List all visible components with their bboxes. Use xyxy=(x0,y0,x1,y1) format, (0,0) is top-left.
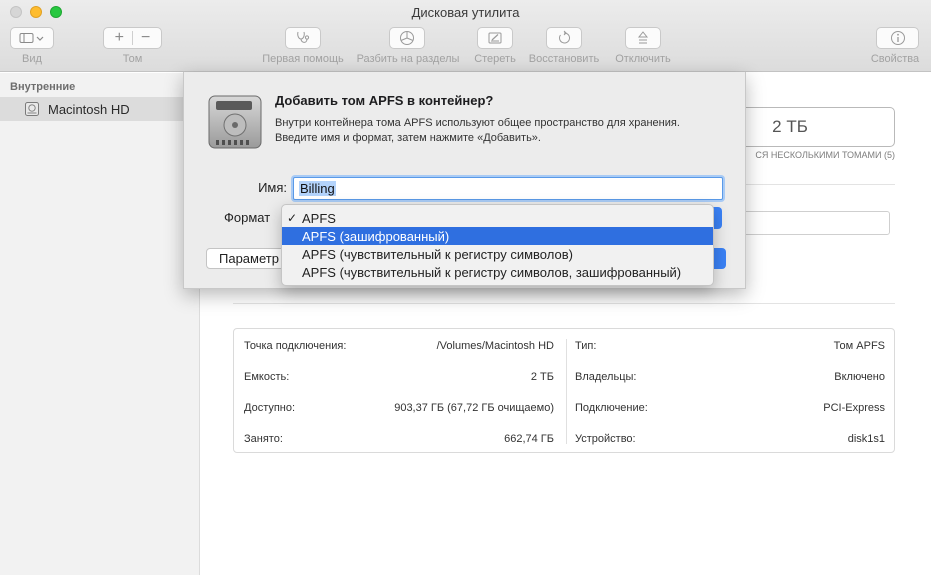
format-label: Формат xyxy=(224,210,271,225)
info-value: Том APFS xyxy=(833,340,885,352)
sheet-description: Внутри контейнера тома APFS используют о… xyxy=(275,117,680,144)
info-value: /Volumes/Macintosh HD xyxy=(436,340,554,352)
unmount-label: Отключить xyxy=(615,53,671,65)
info-value: 903,37 ГБ (67,72 ГБ очищаемо) xyxy=(394,402,554,414)
restore-icon xyxy=(559,30,570,44)
sheet-title: Добавить том APFS в контейнер? xyxy=(275,93,494,108)
info-label: Владельцы: xyxy=(575,371,637,383)
divider xyxy=(233,303,895,304)
options-button[interactable]: Параметр xyxy=(206,248,291,269)
info-row: Емкость: 2 ТБ xyxy=(244,362,554,392)
erase-button[interactable] xyxy=(477,27,513,49)
info-value: Включено xyxy=(834,371,885,383)
add-volume-button[interactable]: + xyxy=(115,29,124,47)
info-value: disk1s1 xyxy=(847,433,885,445)
info-label: Занято: xyxy=(244,433,283,445)
info-row: Устройство: disk1s1 xyxy=(575,424,885,454)
erase-label: Стереть xyxy=(474,53,516,65)
toolbar: Дисковая утилита Вид + − Том Первая помо… xyxy=(0,0,931,72)
volume-name-value: Billing xyxy=(299,181,336,196)
info-label: Емкость: xyxy=(244,371,290,383)
info-row: Тип: Том APFS xyxy=(575,331,885,361)
format-option-label: APFS xyxy=(302,210,336,226)
info-label: Доступно: xyxy=(244,402,296,414)
info-value: PCI-Express xyxy=(823,402,885,414)
remove-volume-button[interactable]: − xyxy=(141,29,150,47)
sidebar: Внутренние Macintosh HD xyxy=(0,73,200,575)
restore-label: Восстановить xyxy=(528,53,600,65)
volume-name-input[interactable]: Billing xyxy=(293,177,723,200)
window-title: Дисковая утилита xyxy=(411,5,520,20)
first-aid-label: Первая помощь xyxy=(262,53,344,65)
segment-divider xyxy=(132,31,133,45)
view-label: Вид xyxy=(22,53,42,65)
view-button[interactable] xyxy=(10,27,54,49)
pie-partition-icon xyxy=(400,31,414,45)
hard-drive-icon xyxy=(208,95,262,149)
checkmark-icon: ✓ xyxy=(286,211,298,225)
info-value: 2 ТБ xyxy=(530,371,554,383)
format-option-label: APFS (чувствительный к регистру символов… xyxy=(302,246,573,262)
info-row: Владельцы: Включено xyxy=(575,362,885,392)
format-option[interactable]: APFS (зашифрованный) xyxy=(282,227,713,245)
stethoscope-icon xyxy=(297,31,310,43)
info-icon xyxy=(890,31,905,45)
info-button[interactable] xyxy=(876,27,919,49)
volume-label: Том xyxy=(122,53,143,65)
format-option-label: APFS (зашифрованный) xyxy=(302,228,450,244)
eject-icon xyxy=(637,31,649,44)
format-option-label: APFS (чувствительный к регистру символов… xyxy=(302,264,682,280)
format-option[interactable]: APFS (чувствительный к регистру символов… xyxy=(282,245,713,263)
format-option[interactable]: APFS (чувствительный к регистру символов… xyxy=(282,263,713,281)
name-label: Имя: xyxy=(258,180,287,195)
partition-button[interactable] xyxy=(389,27,425,49)
info-label: Точка подключения: xyxy=(244,340,347,352)
sidebar-view-icon xyxy=(19,33,44,43)
internal-disk-icon xyxy=(25,102,39,116)
format-dropdown-menu: ✓ APFS APFS (зашифрованный) APFS (чувств… xyxy=(281,204,714,286)
format-option[interactable]: ✓ APFS xyxy=(282,209,713,227)
first-aid-button[interactable] xyxy=(285,27,321,49)
info-label: Тип: xyxy=(575,340,597,352)
info-value: 662,74 ГБ xyxy=(504,433,554,445)
unmount-button[interactable] xyxy=(625,27,661,49)
erase-icon xyxy=(488,32,502,44)
info-row: Доступно: 903,37 ГБ (67,72 ГБ очищаемо) xyxy=(244,393,554,423)
info-row: Точка подключения: /Volumes/Macintosh HD xyxy=(244,331,554,361)
volume-info-table: Точка подключения: /Volumes/Macintosh HD… xyxy=(233,328,895,453)
info-row: Подключение: PCI-Express xyxy=(575,393,885,423)
usage-bar xyxy=(722,211,890,235)
volume-segmented-control: + − xyxy=(103,27,162,49)
sidebar-item-label: Macintosh HD xyxy=(48,101,130,117)
sidebar-section-internal: Внутренние xyxy=(10,81,76,93)
info-column-divider xyxy=(566,339,567,444)
partition-label: Разбить на разделы xyxy=(356,53,460,65)
info-label: Свойства xyxy=(870,53,920,65)
info-column-left: Точка подключения: /Volumes/Macintosh HD… xyxy=(244,329,554,454)
info-column-right: Тип: Том APFS Владельцы: Включено Подклю… xyxy=(575,329,885,454)
info-row: Занято: 662,74 ГБ xyxy=(244,424,554,454)
sidebar-item-macintosh-hd[interactable]: Macintosh HD xyxy=(0,97,200,121)
disk-utility-window: Дисковая утилита Вид + − Том Первая помо… xyxy=(0,0,931,575)
info-label: Подключение: xyxy=(575,402,648,414)
restore-button[interactable] xyxy=(546,27,582,49)
info-label: Устройство: xyxy=(575,433,636,445)
